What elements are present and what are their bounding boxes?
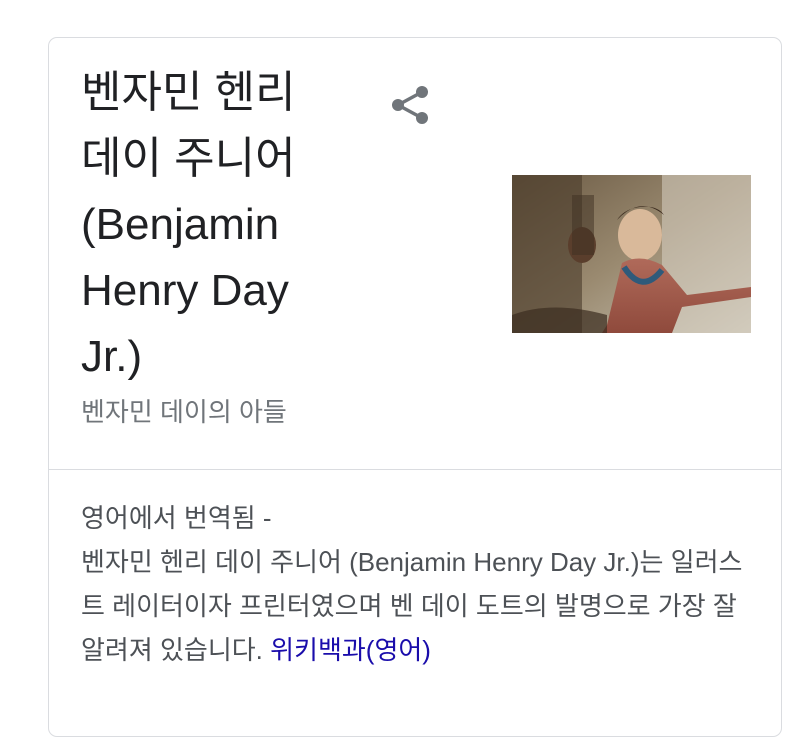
- title-line: Henry Day: [81, 266, 289, 315]
- share-button[interactable]: [389, 83, 433, 127]
- share-icon: [392, 86, 428, 124]
- entity-description: 영어에서 번역됨 - 벤자민 헨리 데이 주니어 (Benjamin Henry…: [81, 496, 761, 672]
- knowledge-panel-card: 벤자민 헨리 데이 주니어 (Benjamin Henry Day Jr.) 벤…: [48, 37, 782, 737]
- entity-image[interactable]: [512, 175, 751, 333]
- wikipedia-source-link[interactable]: 위키백과(영어): [270, 635, 431, 665]
- divider: [49, 469, 781, 470]
- title-line: (Benjamin: [81, 200, 280, 249]
- translated-label: 영어에서 번역됨 -: [81, 503, 272, 533]
- entity-title: 벤자민 헨리 데이 주니어 (Benjamin Henry Day Jr.): [81, 60, 351, 390]
- entity-subtitle: 벤자민 데이의 아들: [81, 397, 287, 427]
- title-line: Jr.): [81, 332, 143, 381]
- title-line: 데이 주니어: [81, 134, 296, 183]
- portrait-painting-thumbnail: [512, 175, 751, 333]
- title-line: 벤자민 헨리: [81, 68, 296, 117]
